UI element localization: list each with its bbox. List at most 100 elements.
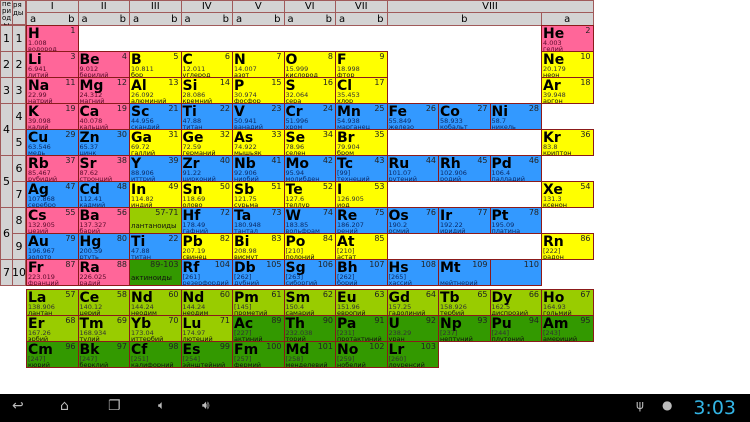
element-cell[interactable]: Hg 80 200.59 ртуть [77,233,130,260]
element-cell[interactable]: Sc 21 44.956 скандий [129,103,182,130]
element-cell[interactable]: Db 105 [262] дубний [232,259,285,286]
element-cell[interactable]: Ac 89 [227] актиний [232,315,285,342]
element-cell[interactable]: Ir 77 192.22 иридий [438,207,491,234]
element-cell[interactable]: Lu 71 174.97 лютеций [180,315,233,342]
element-cell[interactable]: Ho 67 164.93 гольмий [541,289,594,316]
element-cell[interactable]: Ag 47 107.868 серебро [26,181,79,208]
element-cell[interactable]: Er 68 167.26 эрбий [26,315,79,342]
element-cell[interactable]: Ar 18 39.948 аргон [541,77,594,104]
element-cell[interactable]: Fe 26 55.849 железо [386,103,439,130]
element-cell[interactable]: Ce 58 140.12 церий [77,289,130,316]
element-cell[interactable]: Ca 19 40.078 кальций [77,103,130,130]
element-cell[interactable]: Ga 31 69.72 галлий [129,129,182,156]
element-cell[interactable]: Ta 73 180.948 тантал [232,207,285,234]
element-cell[interactable]: Tb 65 158.926 тербий [438,289,491,316]
element-cell[interactable]: Te 52 127.6 теллур [283,181,336,208]
element-cell[interactable]: Zn 30 65.37 цинк [77,129,130,156]
element-cell[interactable]: Ru 44 101.07 рутений [386,155,439,182]
element-cell[interactable]: N 7 14.007 азот [232,51,285,78]
element-cell[interactable]: Na 11 22.99 натрий [26,77,79,104]
element-cell[interactable]: Pa 91 [231] протактиний [335,315,388,342]
element-cell[interactable]: Cm 96 [247] кюрий [26,341,79,368]
element-cell[interactable]: Bh 107 [262] борий [335,259,388,286]
element-cell[interactable]: Be 4 9.012 берилий [77,51,130,78]
element-cell[interactable]: Nd 60 144.24 неодим [180,289,233,316]
element-cell[interactable]: Np 93 [237] нептуний [438,315,491,342]
element-cell[interactable]: Rn 86 [222] радон [541,233,594,260]
element-cell[interactable]: Lr 103 [260] лоуренсий [386,341,439,368]
element-cell[interactable]: Ni 28 58.7 никель [489,103,542,130]
element-cell[interactable]: Yb 70 173.04 иттербий [129,315,182,342]
element-cell[interactable]: Fr 87 223.019 франций [26,259,79,286]
element-cell[interactable]: K 19 39.098 калий [26,103,79,130]
element-cell[interactable]: Pu 94 [244] плутоний [489,315,542,342]
element-cell[interactable]: Sm 62 150.4 самарий [283,289,336,316]
element-cell[interactable]: Sb 51 121.75 сурьма [232,181,285,208]
element-cell[interactable]: Fm 100 [257] фермий [232,341,285,368]
element-cell[interactable]: In 49 114.82 индий [129,181,182,208]
element-cell[interactable]: Co 27 58.933 кобальт [438,103,491,130]
element-cell[interactable]: Au 79 196.967 золото [26,233,79,260]
element-cell[interactable]: S 16 32.064 сера [283,77,336,104]
element-cell[interactable]: P 15 30.974 фосфор [232,77,285,104]
element-cell[interactable]: Pb 82 207.19 свинец [180,233,233,260]
element-cell[interactable]: Th 90 232.038 торий [283,315,336,342]
element-cell[interactable]: Tc 43 [99] технеций [335,155,388,182]
element-cell[interactable]: Gd 64 157.25 гадолиний [386,289,439,316]
element-cell[interactable]: Cs 55 132.905 цезий [26,207,79,234]
element-cell[interactable]: Y 39 88.906 иттрий [129,155,182,182]
volume-down-icon[interactable]: 🔈︎ [158,398,165,413]
element-cell[interactable]: Mn 25 54.938 марганец [335,103,388,130]
element-cell[interactable]: Eu 63 151.96 европий [335,289,388,316]
home-icon[interactable]: ⌂ [60,398,69,414]
element-cell[interactable]: No 102 [259] нобелий [335,341,388,368]
element-cell[interactable]: Se 34 78.96 селен [283,129,336,156]
element-cell[interactable]: Es 99 [254] эйнштейний [180,341,233,368]
element-cell[interactable]: Nb 41 92.906 ниобий [232,155,285,182]
element-cell[interactable]: Rf 104 [261] резерфордий [180,259,233,286]
element-cell[interactable]: Si 14 28.086 кремний [180,77,233,104]
element-cell[interactable]: Ra 88 226.025 радий [77,259,130,286]
element-cell[interactable]: Mg 12 24.312 магний [77,77,130,104]
element-cell[interactable]: Cl 17 35.453 хлор [335,77,388,104]
element-cell[interactable]: Cr 24 51.996 хром [283,103,336,130]
element-cell[interactable]: Am 95 [243] америций [541,315,594,342]
element-cell[interactable]: Re 75 186.207 рений [335,207,388,234]
element-cell[interactable]: Dy 66 162.5 диспрозий [489,289,542,316]
back-icon[interactable]: ↩ [12,398,24,414]
element-cell[interactable]: Sr 38 87.62 стронций [77,155,130,182]
element-cell[interactable]: Pm 61 [145] прометий [232,289,285,316]
element-cell[interactable]: Hf 72 178.49 гафний [180,207,233,234]
element-cell[interactable]: W 74 183.85 вольфрам [283,207,336,234]
element-cell[interactable]: Mo 42 95.94 молибден [283,155,336,182]
element-cell[interactable]: Ge 32 72.59 германий [180,129,233,156]
element-cell[interactable]: Xe 54 131.3 ксенон [541,181,594,208]
element-cell[interactable]: Ne 10 20.179 неон [541,51,594,78]
element-cell[interactable]: At 85 [210] астат [335,233,388,260]
element-cell[interactable]: Pt 78 195.09 платина [489,207,542,234]
element-cell[interactable]: V 23 50.941 ванадий [232,103,285,130]
element-cell[interactable]: Os 76 190.2 осмий [386,207,439,234]
element-cell[interactable]: La 57 138.906 лантан [26,289,79,316]
element-cell[interactable]: 110 [489,259,542,286]
element-cell[interactable]: Tm 69 168.934 тулий [77,315,130,342]
element-cell[interactable]: H 1 1.008 водород [26,25,79,52]
element-cell[interactable]: Bk 97 [247] берклий [77,341,130,368]
element-cell[interactable]: Cd 48 112.41 кадмий [77,181,130,208]
element-group-cell[interactable]: 89-103 актиноиды [129,259,182,286]
element-cell[interactable]: Md 101 [258] менделевий [283,341,336,368]
volume-up-icon[interactable]: 🔊︎ [202,398,210,413]
element-cell[interactable]: Rh 45 102.906 родий [438,155,491,182]
element-cell[interactable]: B 5 10.811 бор [129,51,182,78]
element-cell[interactable]: Cu 29 63.546 медь [26,129,79,156]
element-cell[interactable]: Sn 50 118.69 олово [180,181,233,208]
element-group-cell[interactable]: 57-71 лантаноиды [129,207,182,234]
element-cell[interactable]: Sg 106 [263] сиборгий [283,259,336,286]
element-cell[interactable]: F 9 18.998 фтор [335,51,388,78]
element-cell[interactable]: Cf 98 [251] калифорний [129,341,182,368]
element-cell[interactable]: Al 13 26.092 алюминий [129,77,182,104]
element-cell[interactable]: Ti 22 47.88 титан [180,103,233,130]
element-cell[interactable]: Nd 60 144.24 неодим [129,289,182,316]
element-cell[interactable]: As 33 74.922 мышьяк [232,129,285,156]
element-cell[interactable]: Pd 46 106.4 палладий [489,155,542,182]
